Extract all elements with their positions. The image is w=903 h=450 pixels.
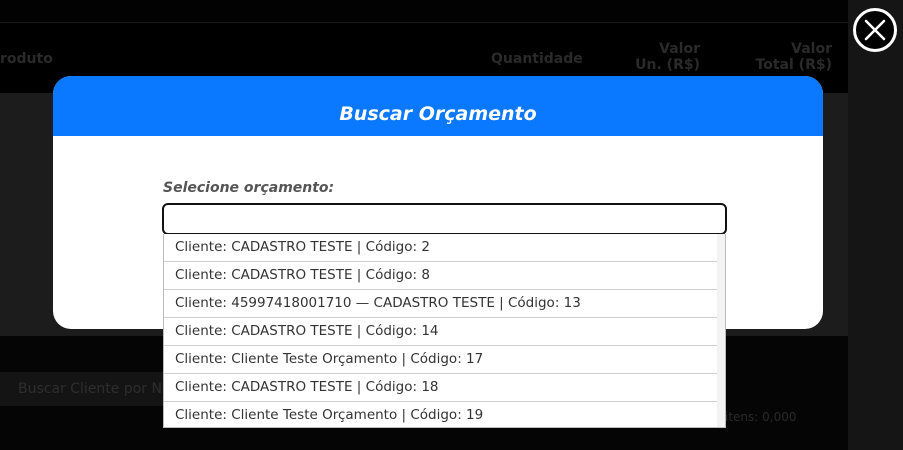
background-column-total-value: Valor Total (R$) (755, 41, 832, 73)
page: roduto Quantidade Valor Un. (R$) Valor T… (0, 0, 903, 450)
select-budget-label: Selecione orçamento: (163, 180, 335, 196)
budget-option[interactable]: Cliente: Cliente Teste Orçamento | Códig… (164, 346, 718, 374)
budget-option[interactable]: Cliente: CADASTRO TESTE | Código: 14 (164, 318, 718, 346)
background-top-bar (0, 0, 848, 23)
background-search-client-button: Buscar Cliente por N (0, 372, 190, 406)
budget-option[interactable]: Cliente: CADASTRO TESTE | Código: 2 (164, 234, 718, 262)
dropdown-scrollbar[interactable] (717, 234, 725, 427)
budget-option[interactable]: Cliente: CADASTRO TESTE | Código: 8 (164, 262, 718, 290)
budget-search-input[interactable] (162, 203, 727, 235)
budget-option[interactable]: Cliente: CADASTRO TESTE | Código: 18 (164, 374, 718, 402)
background-column-unit-value: Valor Un. (R$) (635, 41, 700, 73)
budget-dropdown[interactable]: Cliente: CADASTRO TESTE | Código: 2 Clien… (163, 234, 726, 428)
background-items-total: itens: 0,000 (725, 410, 797, 424)
background-column-quantity: Quantidade (491, 51, 583, 67)
close-button[interactable] (853, 8, 897, 52)
budget-option[interactable]: Cliente: Cliente Teste Orçamento | Códig… (164, 402, 718, 427)
modal-title: Buscar Orçamento (339, 103, 537, 125)
background-column-product: roduto (0, 51, 53, 67)
close-icon (864, 19, 886, 41)
budget-option[interactable]: Cliente: 45997418001710 — CADASTRO TESTE… (164, 290, 718, 318)
modal-header: Buscar Orçamento (53, 76, 823, 136)
budget-options-list: Cliente: CADASTRO TESTE | Código: 2 Clien… (164, 234, 718, 427)
background-side-panel (848, 0, 903, 450)
